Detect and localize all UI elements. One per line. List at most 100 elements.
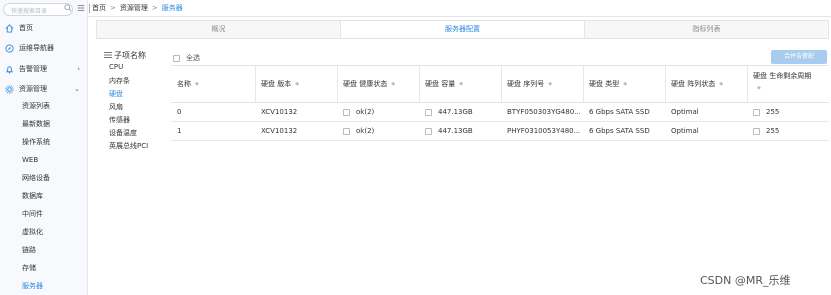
chevron-right-icon: › xyxy=(77,65,80,73)
cell-value: 447.13GB xyxy=(438,108,473,116)
column-header-serial[interactable]: 硬盘 序列号 ◆ xyxy=(501,66,583,102)
sort-icon[interactable]: ◆ xyxy=(195,81,199,87)
column-label: 名称 xyxy=(177,80,191,88)
select-all[interactable]: 全选 xyxy=(173,53,200,63)
breadcrumb: 首页 > 资源管理 > 服务器 xyxy=(92,3,183,13)
cell-version: XCV10132 xyxy=(261,108,298,116)
tab-overview[interactable]: 概况 xyxy=(97,21,341,38)
hamburger-icon[interactable] xyxy=(77,4,85,12)
column-header-health[interactable]: 硬盘 健康状态 ◆ xyxy=(337,66,419,102)
sidebar-item-latest-data[interactable]: 最新数据 xyxy=(0,115,87,133)
cell-value: 447.13GB xyxy=(438,127,473,135)
merge-alarm-config-button[interactable]: 合并告警配 xyxy=(771,50,827,64)
column-label: 硬盘 类型 xyxy=(589,80,620,88)
table-row[interactable]: 0 XCV10132 ok(2) 447.13GB BTYF050303YG48… xyxy=(171,103,829,122)
cell-version: XCV10132 xyxy=(261,127,298,135)
cell-capacity: 447.13GB xyxy=(419,103,501,121)
cell-name: 0 xyxy=(177,108,182,116)
nav-item-ops-navigator[interactable]: 运维导航器 xyxy=(0,40,87,56)
row-checkbox[interactable] xyxy=(753,127,760,135)
column-label: 硬盘 健康状态 xyxy=(343,80,388,88)
cell-health: ok(2) xyxy=(337,103,419,121)
column-label: 硬盘 序列号 xyxy=(507,80,545,88)
sidebar-item-os[interactable]: 操作系统 xyxy=(0,133,87,151)
tree-item-sensor[interactable]: 传感器 xyxy=(109,115,130,125)
divider xyxy=(89,4,90,13)
row-checkbox[interactable] xyxy=(343,127,350,135)
cell-value: 255 xyxy=(766,127,780,135)
tree-item-memory[interactable]: 内存条 xyxy=(109,76,130,86)
home-icon xyxy=(5,24,14,33)
watermark: CSDN @MR_乐维 xyxy=(700,274,791,287)
nav-item-alarm-management[interactable]: 告警管理 › xyxy=(0,61,87,77)
table-row[interactable]: 1 XCV10132 ok(2) 447.13GB PHYF0310053Y48… xyxy=(171,122,829,141)
column-header-array-status[interactable]: 硬盘 阵列状态 ◆ xyxy=(665,66,747,102)
sidebar-item-storage[interactable]: 存储 xyxy=(0,259,87,277)
tab-metric-list[interactable]: 指标列表 xyxy=(585,21,828,38)
sidebar-item-web[interactable]: WEB xyxy=(0,151,87,169)
select-all-checkbox[interactable] xyxy=(173,54,180,62)
search-input[interactable]: 快速搜索目录 xyxy=(3,3,73,16)
column-label: 硬盘 生命剩余周期 xyxy=(753,72,812,80)
breadcrumb-resource-management[interactable]: 资源管理 xyxy=(120,4,148,12)
row-checkbox[interactable] xyxy=(753,108,760,116)
column-header-remaining-life[interactable]: 硬盘 生命剩余周期 ◆ xyxy=(747,66,829,102)
tree-item-pci-bus[interactable]: 英展总线PCI xyxy=(109,141,148,151)
sidebar-item-link[interactable]: 链路 xyxy=(0,241,87,259)
column-header-version[interactable]: 硬盘 版本 ◆ xyxy=(255,66,337,102)
cell-serial: PHYF0310053Y480... xyxy=(507,127,581,135)
sort-icon[interactable]: ◆ xyxy=(391,81,395,87)
gear-icon xyxy=(5,85,14,94)
sort-icon[interactable]: ◆ xyxy=(295,81,299,87)
nav-item-label: 首页 xyxy=(19,24,33,32)
tree-title: 子项名称 xyxy=(114,51,146,60)
column-header-name[interactable]: 名称 ◆ xyxy=(171,66,255,102)
breadcrumb-home[interactable]: 首页 xyxy=(92,4,106,12)
top-bar: 首页 > 资源管理 > 服务器 xyxy=(88,0,831,17)
tree-item-fan[interactable]: 风扇 xyxy=(109,102,123,112)
chevron-down-icon: ⌄ xyxy=(74,85,80,93)
table-header: 名称 ◆ 硬盘 版本 ◆ 硬盘 健康状态 ◆ 硬盘 容量 ◆ 硬盘 序列号 ◆ 硬盘 类型… xyxy=(171,66,829,103)
nav-item-home[interactable]: 首页 xyxy=(0,20,87,36)
sidebar-item-network-device[interactable]: 网络设备 xyxy=(0,169,87,187)
sidebar-item-resource-list[interactable]: 资源列表 xyxy=(0,97,87,115)
column-label: 硬盘 容量 xyxy=(425,80,456,88)
tree-item-cpu[interactable]: CPU xyxy=(109,63,123,71)
nav-item-resource-management[interactable]: 资源管理 ⌄ xyxy=(0,81,87,97)
breadcrumb-separator: > xyxy=(151,4,158,12)
cell-array-status: Optimal xyxy=(671,127,699,135)
cell-remaining-life: 255 xyxy=(747,103,829,121)
nav-item-label: 运维导航器 xyxy=(19,44,54,52)
cell-health: ok(2) xyxy=(337,122,419,140)
breadcrumb-server: 服务器 xyxy=(161,4,183,12)
column-label: 硬盘 版本 xyxy=(261,80,292,88)
compass-icon xyxy=(5,44,14,53)
search-icon[interactable] xyxy=(64,4,72,12)
sidebar-item-database[interactable]: 数据库 xyxy=(0,187,87,205)
nav-item-label: 资源管理 xyxy=(19,85,47,93)
sort-icon[interactable]: ◆ xyxy=(623,81,627,87)
sort-icon[interactable]: ◆ xyxy=(459,81,463,87)
cell-type: 6 Gbps SATA SSD xyxy=(589,108,650,116)
sidebar-item-virtualization[interactable]: 虚拟化 xyxy=(0,223,87,241)
tab-bar: 概况 服务器配置 指标列表 xyxy=(96,20,829,39)
column-header-type[interactable]: 硬盘 类型 ◆ xyxy=(583,66,665,102)
list-icon xyxy=(104,52,112,58)
sidebar: 快速搜索目录 首页 运维导航器 告警管理 › 资源管理 ⌄ 资源列表 最新数据 … xyxy=(0,0,88,295)
tree-item-disk[interactable]: 硬盘 xyxy=(109,89,123,99)
tree-item-device-temperature[interactable]: 设备温度 xyxy=(109,128,137,138)
cell-name: 1 xyxy=(177,127,182,135)
sidebar-item-server[interactable]: 服务器 xyxy=(0,277,87,295)
sidebar-item-middleware[interactable]: 中间件 xyxy=(0,205,87,223)
cell-capacity: 447.13GB xyxy=(419,122,501,140)
tab-server-config[interactable]: 服务器配置 xyxy=(341,21,585,38)
row-checkbox[interactable] xyxy=(343,108,350,116)
select-all-label: 全选 xyxy=(186,54,200,62)
row-checkbox[interactable] xyxy=(425,108,432,116)
row-checkbox[interactable] xyxy=(425,127,432,135)
sort-icon[interactable]: ◆ xyxy=(719,81,723,87)
column-header-capacity[interactable]: 硬盘 容量 ◆ xyxy=(419,66,501,102)
nav-item-label: 告警管理 xyxy=(19,65,47,73)
sort-icon[interactable]: ◆ xyxy=(757,85,761,91)
sort-icon[interactable]: ◆ xyxy=(548,81,552,87)
